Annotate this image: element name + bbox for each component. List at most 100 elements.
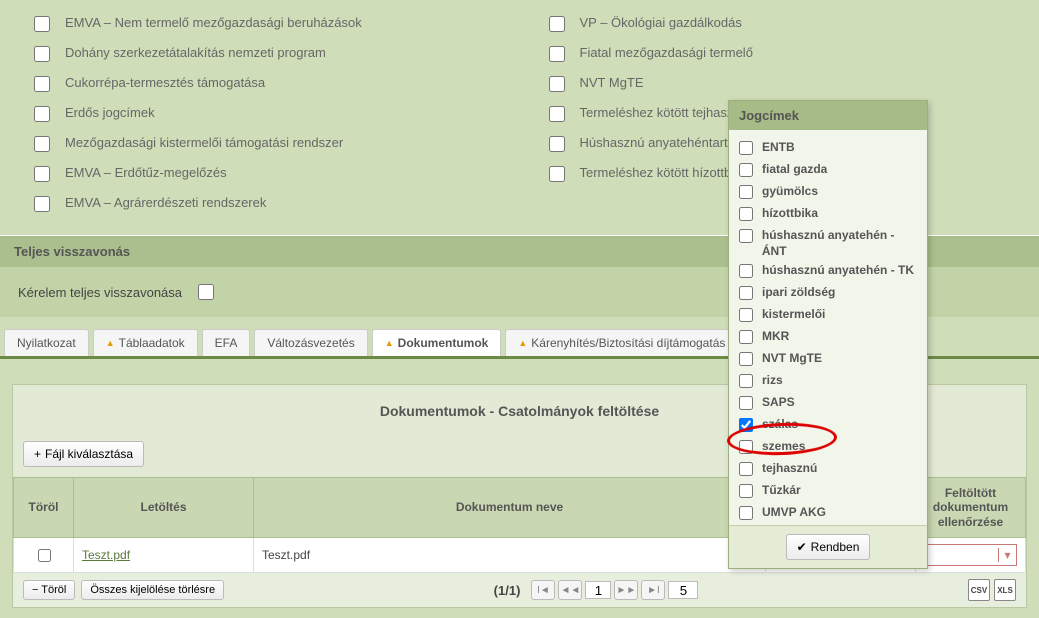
- popup-checkbox-6[interactable]: [739, 286, 753, 300]
- popup-checkbox-14[interactable]: [739, 462, 753, 476]
- right-opt-checkbox-0[interactable]: [549, 16, 565, 32]
- popup-checkbox-1[interactable]: [739, 163, 753, 177]
- popup-checkbox-10[interactable]: [739, 374, 753, 388]
- tab-label: Nyilatkozat: [17, 336, 76, 350]
- first-page-button[interactable]: I◄: [531, 580, 555, 600]
- select-all-delete-button[interactable]: Összes kijelölése törlésre: [81, 580, 224, 600]
- right-opt-checkbox-4[interactable]: [549, 136, 565, 152]
- right-opt-label-2: NVT MgTE: [580, 75, 644, 92]
- popup-checkbox-8[interactable]: [739, 330, 753, 344]
- file-select-button[interactable]: + Fájl kiválasztása: [23, 441, 144, 467]
- withdraw-checkbox[interactable]: [198, 284, 214, 300]
- file-select-label: Fájl kiválasztása: [45, 447, 133, 461]
- right-opt-checkbox-2[interactable]: [549, 76, 565, 92]
- popup-label-3: hízottbika: [762, 206, 818, 222]
- tab-1[interactable]: Táblaadatok: [93, 329, 198, 356]
- col-header-2: Dokumentum neve: [254, 478, 766, 538]
- check-icon: ✔: [797, 540, 807, 554]
- jogcimek-popup: Jogcímek ENTBfiatal gazdagyümölcshízottb…: [728, 100, 928, 569]
- tab-label: Táblaadatok: [119, 336, 185, 350]
- minus-icon: −: [32, 584, 38, 596]
- tab-label: EFA: [215, 336, 238, 350]
- csv-export-icon[interactable]: CSV: [968, 579, 990, 601]
- ok-label: Rendben: [811, 540, 860, 554]
- withdraw-label: Kérelem teljes visszavonása: [18, 285, 182, 300]
- left-opt-label-1: Dohány szerkezetátalakítás nemzeti progr…: [65, 45, 326, 62]
- col-header-1: Letöltés: [74, 478, 254, 538]
- popup-label-13: szemes: [762, 439, 805, 455]
- popup-checkbox-12[interactable]: [739, 418, 753, 432]
- popup-checkbox-16[interactable]: [739, 506, 753, 520]
- popup-label-6: ipari zöldség: [762, 285, 835, 301]
- verify-combo[interactable]: ▾: [924, 544, 1017, 566]
- left-opt-checkbox-5[interactable]: [34, 166, 50, 182]
- popup-checkbox-11[interactable]: [739, 396, 753, 410]
- tab-label: Dokumentumok: [398, 336, 489, 350]
- col-header-0: Töröl: [14, 478, 74, 538]
- tab-2[interactable]: EFA: [202, 329, 251, 356]
- popup-header: Jogcímek: [729, 101, 927, 130]
- popup-label-7: kistermelői: [762, 307, 825, 323]
- right-opt-checkbox-1[interactable]: [549, 46, 565, 62]
- left-opt-label-6: EMVA – Agrárerdészeti rendszerek: [65, 195, 266, 212]
- tab-label: Változásvezetés: [267, 336, 354, 350]
- left-opt-checkbox-0[interactable]: [34, 16, 50, 32]
- right-opt-checkbox-5[interactable]: [549, 166, 565, 182]
- popup-checkbox-5[interactable]: [739, 264, 753, 278]
- left-opt-checkbox-4[interactable]: [34, 136, 50, 152]
- popup-label-5: húshasznú anyatehén - TK: [762, 263, 914, 279]
- left-opt-label-3: Erdős jogcímek: [65, 105, 155, 122]
- popup-checkbox-2[interactable]: [739, 185, 753, 199]
- popup-label-14: tejhasznú: [762, 461, 817, 477]
- popup-checkbox-0[interactable]: [739, 141, 753, 155]
- popup-label-2: gyümölcs: [762, 184, 818, 200]
- popup-label-9: NVT MgTE: [762, 351, 822, 367]
- popup-label-16: UMVP AKG: [762, 505, 826, 521]
- popup-label-8: MKR: [762, 329, 789, 345]
- left-opt-label-2: Cukorrépa-termesztés támogatása: [65, 75, 265, 92]
- popup-checkbox-15[interactable]: [739, 484, 753, 498]
- prev-page-button[interactable]: ◄◄: [558, 580, 582, 600]
- tab-4[interactable]: Dokumentumok: [372, 329, 502, 356]
- popup-checkbox-13[interactable]: [739, 440, 753, 454]
- popup-checkbox-4[interactable]: [739, 229, 753, 243]
- tab-label: Kárenyhítés/Biztosítási díjtámogatás: [531, 336, 725, 350]
- delete-button[interactable]: − Töröl: [23, 580, 75, 600]
- popup-checkbox-7[interactable]: [739, 308, 753, 322]
- popup-checkbox-3[interactable]: [739, 207, 753, 221]
- chevron-down-icon: ▾: [998, 548, 1016, 562]
- popup-body[interactable]: ENTBfiatal gazdagyümölcshízottbikahúshas…: [729, 130, 927, 525]
- xls-export-icon[interactable]: XLS: [994, 579, 1016, 601]
- right-opt-checkbox-3[interactable]: [549, 106, 565, 122]
- left-opt-checkbox-2[interactable]: [34, 76, 50, 92]
- download-link[interactable]: Teszt.pdf: [74, 538, 254, 573]
- doc-name-cell: Teszt.pdf: [254, 538, 766, 573]
- tab-5[interactable]: Kárenyhítés/Biztosítási díjtámogatás: [505, 329, 738, 356]
- left-opt-label-4: Mezőgazdasági kistermelői támogatási ren…: [65, 135, 343, 152]
- last-page-button[interactable]: ►I: [641, 580, 665, 600]
- popup-label-11: SAPS: [762, 395, 795, 411]
- left-opt-checkbox-1[interactable]: [34, 46, 50, 62]
- page-size-input[interactable]: [668, 581, 698, 599]
- right-opt-label-1: Fiatal mezőgazdasági termelő: [580, 45, 753, 62]
- row-delete-checkbox[interactable]: [38, 549, 51, 562]
- tab-0[interactable]: Nyilatkozat: [4, 329, 89, 356]
- popup-label-4: húshasznú anyatehén - ÁNT: [762, 228, 921, 259]
- popup-checkbox-9[interactable]: [739, 352, 753, 366]
- page-input[interactable]: [585, 581, 611, 599]
- left-opt-label-0: EMVA – Nem termelő mezőgazdasági beruház…: [65, 15, 362, 32]
- popup-label-10: rizs: [762, 373, 783, 389]
- delete-label: Töröl: [41, 584, 66, 596]
- ok-button[interactable]: ✔ Rendben: [786, 534, 871, 560]
- tab-3[interactable]: Változásvezetés: [254, 329, 367, 356]
- left-opt-checkbox-6[interactable]: [34, 196, 50, 212]
- right-opt-label-0: VP – Ökológiai gazdálkodás: [580, 15, 742, 32]
- left-opt-checkbox-3[interactable]: [34, 106, 50, 122]
- popup-label-12: szálas: [762, 417, 798, 433]
- left-opt-label-5: EMVA – Erdőtűz-megelőzés: [65, 165, 227, 182]
- plus-icon: +: [34, 447, 41, 461]
- popup-label-0: ENTB: [762, 140, 795, 156]
- page-indicator: (1/1): [494, 583, 521, 598]
- next-page-button[interactable]: ►►: [614, 580, 638, 600]
- col-header-4: Feltöltött dokumentum ellenőrzése: [916, 478, 1026, 538]
